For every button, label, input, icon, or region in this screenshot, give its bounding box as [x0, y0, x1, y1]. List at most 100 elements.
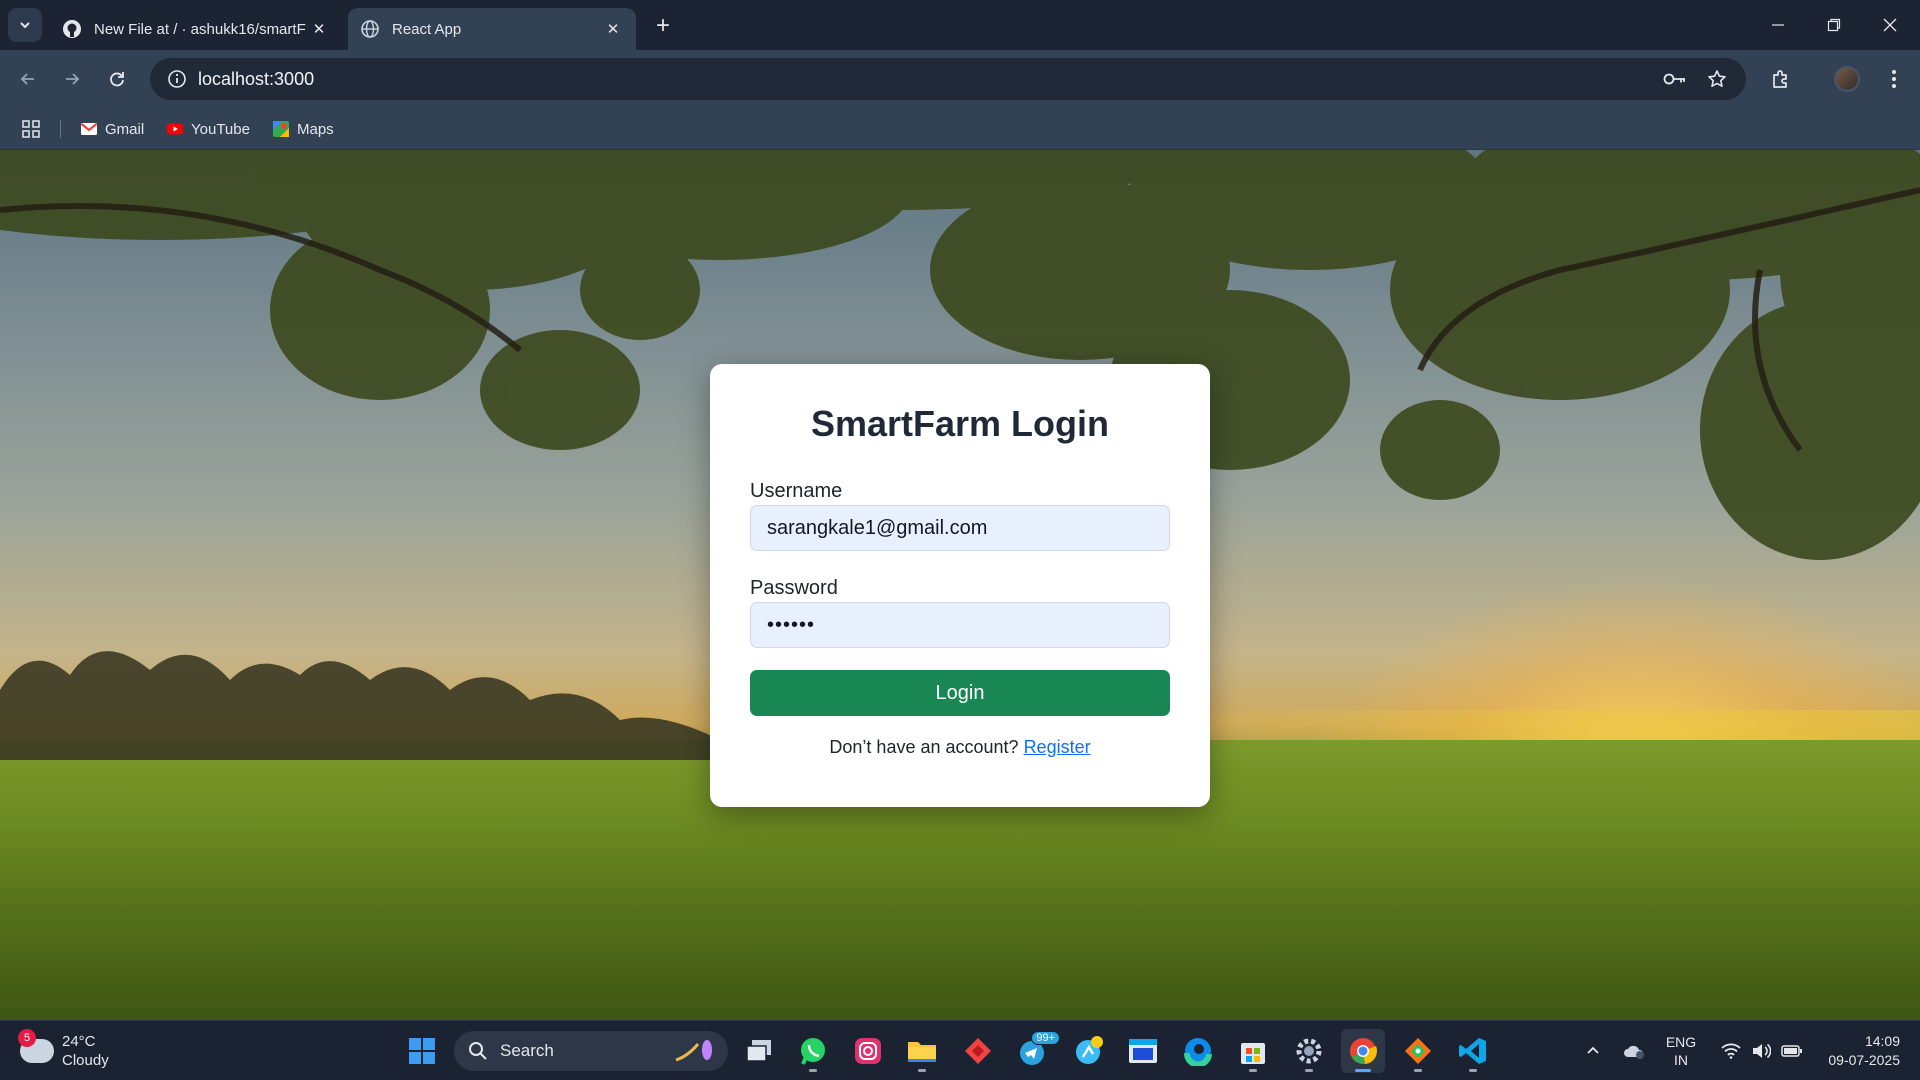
arrow-right-icon: [66, 73, 80, 85]
whatsapp-button[interactable]: [791, 1029, 835, 1073]
store-icon: [1241, 1043, 1265, 1064]
more-vertical-icon: [1892, 70, 1896, 88]
copilot-icon: [1076, 1036, 1103, 1064]
file-explorer-button[interactable]: [900, 1029, 944, 1073]
arrow-left-icon: [20, 73, 34, 85]
tab-search-button[interactable]: [8, 8, 42, 42]
close-icon[interactable]: ✕: [308, 18, 330, 40]
new-tab-button[interactable]: +: [648, 11, 678, 41]
info-icon: [168, 70, 186, 88]
password-input[interactable]: ••••••: [750, 602, 1170, 648]
task-view-button[interactable]: [737, 1029, 781, 1073]
avatar: [1834, 66, 1860, 92]
reload-icon: [110, 72, 124, 87]
vscode-button[interactable]: [1451, 1029, 1495, 1073]
clock-date: 09-07-2025: [1828, 1052, 1900, 1068]
browser-menu-button[interactable]: [1878, 63, 1910, 95]
forward-button[interactable]: [56, 63, 88, 95]
volume-icon: [1753, 1043, 1771, 1059]
bookmark-maps[interactable]: Maps: [272, 116, 334, 142]
bookmark-youtube[interactable]: YouTube: [166, 116, 250, 142]
instagram-button[interactable]: [846, 1029, 890, 1073]
language-indicator[interactable]: ENG IN: [1660, 1021, 1702, 1080]
clock-time: 14:09: [1864, 1033, 1900, 1049]
bookmark-label: Gmail: [105, 120, 145, 138]
show-hidden-icons-button[interactable]: [1578, 1021, 1608, 1080]
puzzle-icon: [1773, 70, 1787, 88]
username-label: Username: [750, 480, 843, 502]
url-text: localhost:3000: [198, 68, 315, 89]
running-indicator: [1414, 1069, 1422, 1072]
microsoft-store-button[interactable]: [1231, 1029, 1275, 1073]
running-indicator: [918, 1069, 926, 1072]
address-bar[interactable]: localhost:3000: [150, 58, 1746, 100]
taskbar: 5 24°C Cloudy Search 99+ ENG IN 14:09 09…: [0, 1020, 1920, 1080]
language-top: ENG: [1665, 1034, 1697, 1050]
close-icon: [1883, 18, 1897, 32]
telegram-button[interactable]: 99+: [1012, 1029, 1060, 1073]
running-indicator: [809, 1069, 817, 1072]
gear-icon: [1296, 1038, 1322, 1064]
page-viewport: SmartFarm Login Username sarangkale1@gma…: [0, 150, 1920, 1020]
quick-settings-button[interactable]: [1714, 1021, 1810, 1080]
tab-github[interactable]: New File at / · ashukk16/smartF ✕: [50, 8, 342, 50]
running-indicator: [1469, 1069, 1477, 1072]
close-icon[interactable]: ✕: [602, 18, 624, 40]
password-value: ••••••: [767, 613, 816, 636]
youtube-icon: [167, 123, 183, 135]
login-button[interactable]: Login: [750, 670, 1170, 716]
login-card: SmartFarm Login Username sarangkale1@gma…: [710, 364, 1210, 807]
restore-button[interactable]: [1806, 0, 1862, 50]
anydesk-icon: [965, 1038, 991, 1064]
onedrive-button[interactable]: [1617, 1021, 1651, 1080]
weather-temp: 24°C: [62, 1033, 96, 1050]
close-window-button[interactable]: [1862, 0, 1918, 50]
back-button[interactable]: [12, 63, 44, 95]
register-link[interactable]: Register: [1024, 737, 1091, 757]
bookmark-gmail[interactable]: Gmail: [80, 116, 144, 142]
site-info-button[interactable]: [156, 58, 198, 100]
running-indicator: [1249, 1069, 1257, 1072]
cloud-sync-icon: [1624, 1045, 1644, 1059]
chrome-icon: [1350, 1038, 1378, 1065]
anydesk-button[interactable]: [956, 1029, 1000, 1073]
weather-condition: Cloudy: [62, 1052, 109, 1069]
bookmark-divider: [60, 120, 61, 138]
profile-button[interactable]: [1831, 63, 1863, 95]
wifi-icon: [1721, 1043, 1741, 1059]
clock[interactable]: 14:09 09-07-2025: [1810, 1021, 1900, 1080]
minimize-button[interactable]: [1750, 0, 1806, 50]
edge-button[interactable]: [1176, 1029, 1220, 1073]
username-input[interactable]: sarangkale1@gmail.com: [750, 505, 1170, 551]
extensions-button[interactable]: [1765, 63, 1797, 95]
bookmark-label: YouTube: [191, 120, 250, 138]
tab-react-app[interactable]: React App ✕: [348, 8, 636, 50]
username-value: sarangkale1@gmail.com: [767, 516, 988, 539]
globe-icon: [361, 20, 379, 38]
bookmark-star-button[interactable]: [1700, 62, 1734, 96]
chevron-up-icon: [1587, 1046, 1599, 1054]
whatsapp-icon: [801, 1038, 825, 1065]
app-window-button[interactable]: [1121, 1029, 1165, 1073]
reload-button[interactable]: [101, 63, 133, 95]
git-button[interactable]: [1396, 1029, 1440, 1073]
weather-widget[interactable]: 5 24°C Cloudy: [18, 1029, 109, 1073]
task-view-icon: [746, 1040, 771, 1062]
apps-button[interactable]: [22, 116, 40, 142]
restore-icon: [1827, 18, 1841, 32]
apps-grid-icon: [22, 120, 40, 138]
start-button[interactable]: [400, 1029, 444, 1073]
gmail-icon: [80, 123, 98, 135]
minimize-icon: [1772, 24, 1784, 26]
chrome-button[interactable]: [1341, 1029, 1385, 1073]
copilot-button[interactable]: [1067, 1029, 1111, 1073]
settings-button[interactable]: [1287, 1029, 1331, 1073]
instagram-icon: [855, 1038, 881, 1064]
telegram-badge: 99+: [1031, 1031, 1060, 1045]
star-icon: [1708, 70, 1726, 87]
chevron-down-icon: [20, 22, 30, 29]
register-prompt-line: Don’t have an account? Register: [710, 737, 1210, 758]
password-manager-button[interactable]: [1658, 62, 1692, 96]
taskbar-search[interactable]: Search: [454, 1031, 728, 1071]
search-icon: [469, 1042, 487, 1060]
